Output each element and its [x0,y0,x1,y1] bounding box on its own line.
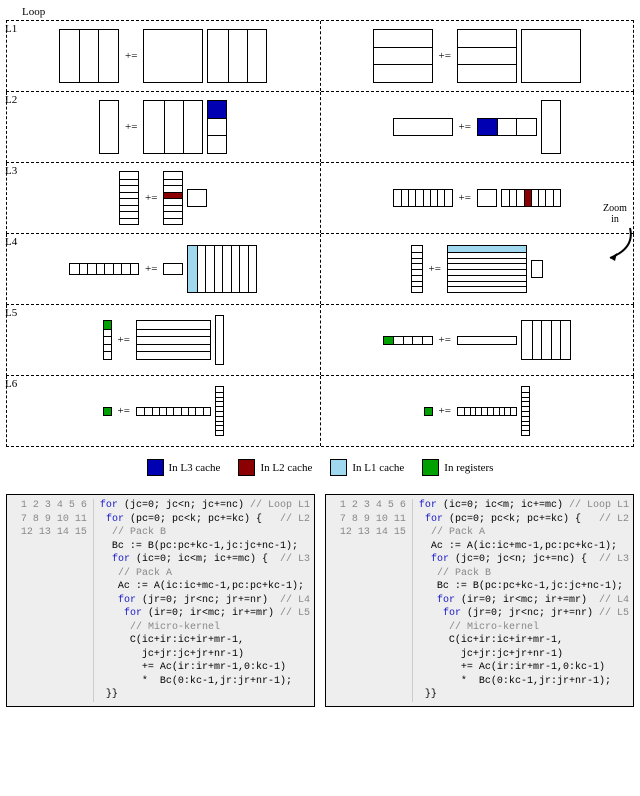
loop-heading: Loop [22,6,634,18]
row-l1: L1 += += [6,20,634,92]
reg-swatch [422,459,439,476]
l1-right: += [321,21,634,91]
row-l6: L6 += += [6,376,634,447]
diagram-grid: L1 += += L2 += [6,20,634,447]
row-l3: L3 += += Zoom in [6,163,634,234]
row-l2: L2 += += [6,92,634,163]
plus-eq: += [125,50,137,62]
code-a-linenos: 1 2 3 4 5 6 7 8 9 10 11 12 13 14 15 [9,499,94,702]
row-l5: L5 += += [6,305,634,376]
code-a: 1 2 3 4 5 6 7 8 9 10 11 12 13 14 15 for … [6,494,315,707]
code-b-linenos: 1 2 3 4 5 6 7 8 9 10 11 12 13 14 15 [328,499,413,702]
code-a-body: for (jc=0; jc<n; jc+=nc) // Loop L1 for … [100,499,310,702]
code-listings: 1 2 3 4 5 6 7 8 9 10 11 12 13 14 15 for … [6,494,634,707]
l3-swatch [147,459,164,476]
code-b-body: for (ic=0; ic<m; ic+=mc) // Loop L1 for … [419,499,629,702]
l2-swatch [238,459,255,476]
code-b: 1 2 3 4 5 6 7 8 9 10 11 12 13 14 15 for … [325,494,634,707]
row-l4: L4 += += [6,234,634,305]
l1-left: += [7,21,321,91]
legend: In L3 cache In L2 cache In L1 cache In r… [6,459,634,476]
l1-swatch [330,459,347,476]
